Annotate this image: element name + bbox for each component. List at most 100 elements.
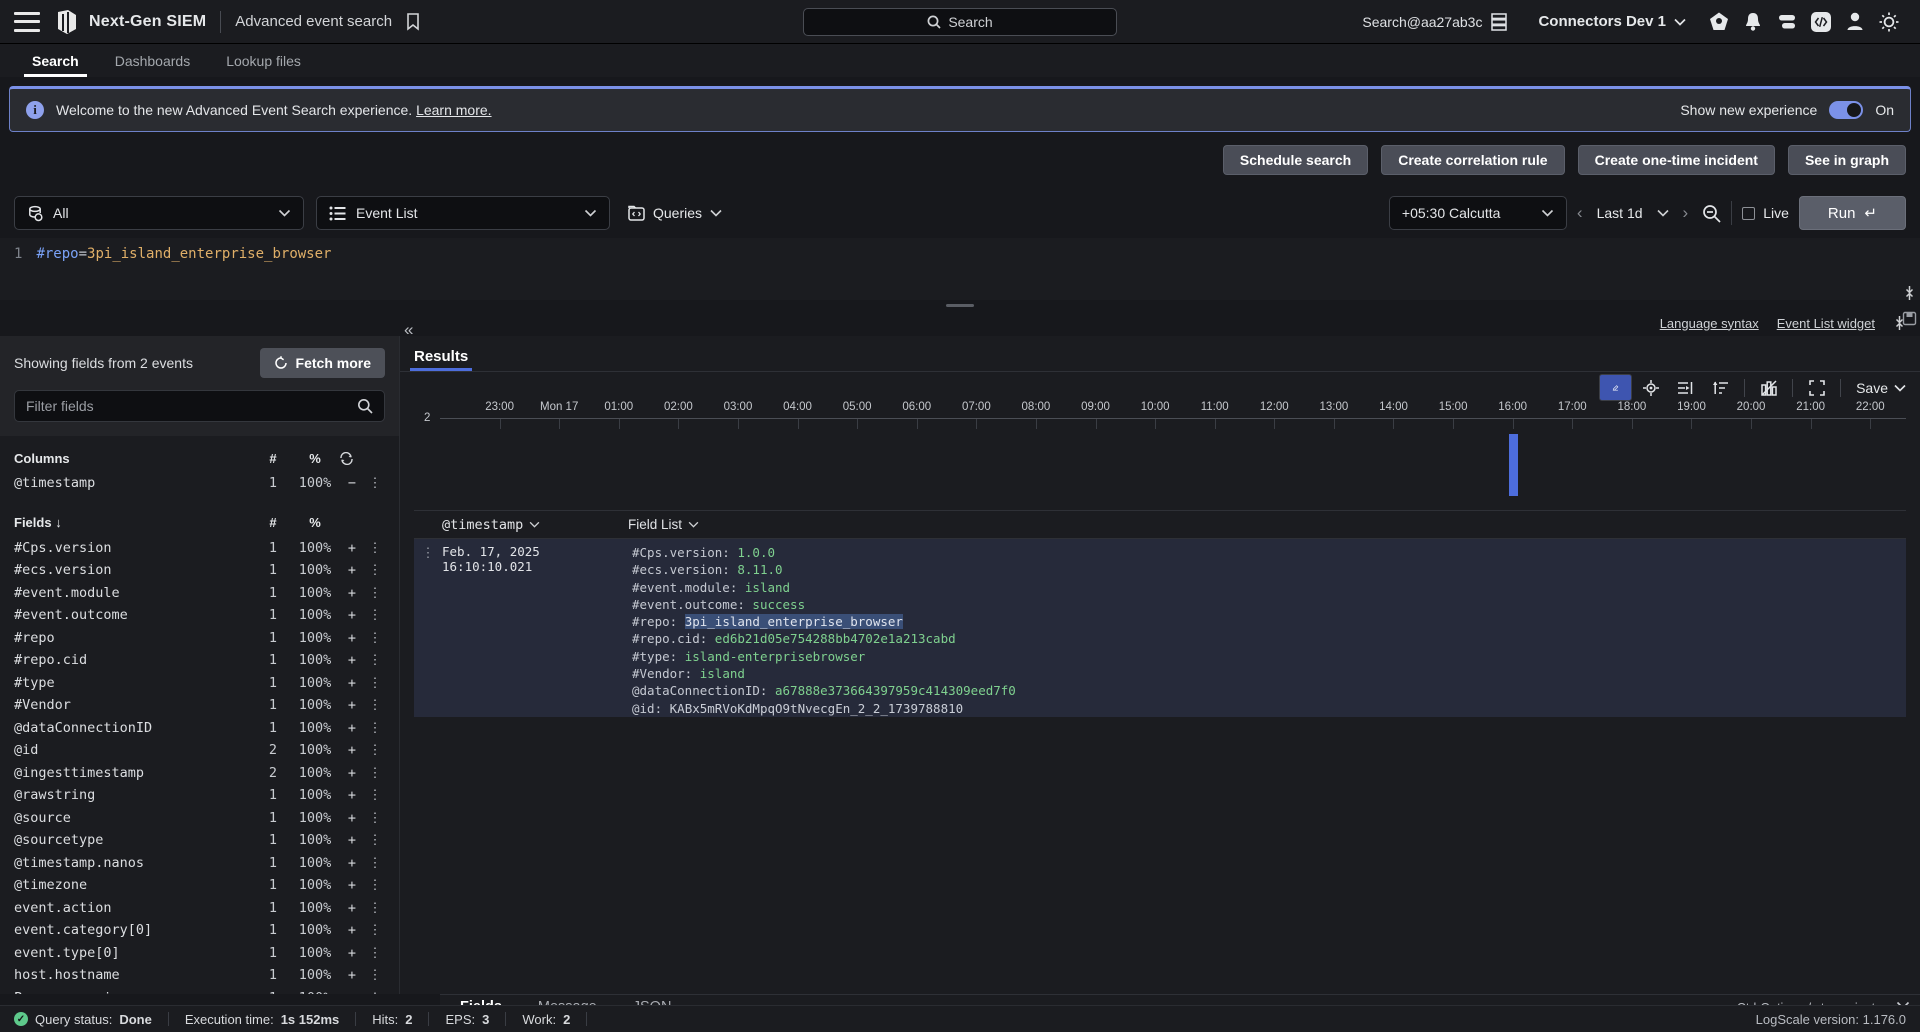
query-line[interactable]: 1 #repo=3pi_island_enterprise_browser (0, 246, 1920, 262)
field-menu-icon[interactable]: ⋮ (365, 607, 385, 623)
menu-icon[interactable] (14, 11, 40, 32)
event-field-value[interactable]: KABx5mRVoKdMpqO9tNvecgEn_2_2_1739788810 (670, 701, 964, 716)
field-row[interactable]: @source 1 100% + ⋮ (10, 807, 389, 830)
field-row[interactable]: @dataConnectionID 1 100% + ⋮ (10, 717, 389, 740)
live-checkbox[interactable] (1742, 206, 1756, 220)
field-menu-icon[interactable]: ⋮ (365, 630, 385, 646)
grid-icon[interactable] (1482, 6, 1516, 38)
field-row[interactable]: #type 1 100% + ⋮ (10, 672, 389, 695)
column-menu-icon[interactable]: ⋮ (365, 475, 385, 491)
add-field-icon[interactable]: + (339, 945, 365, 961)
prev-range-button[interactable]: ‹ (1577, 203, 1583, 223)
event-field-value[interactable]: ed6b21d05e754288bb4702e1a213cabd (715, 631, 956, 646)
field-menu-icon[interactable]: ⋮ (365, 697, 385, 713)
run-button[interactable]: Run ↵ (1798, 196, 1906, 230)
add-field-icon[interactable]: + (339, 652, 365, 668)
user-icon[interactable] (1838, 6, 1872, 38)
schedule-search-button[interactable]: Schedule search (1222, 145, 1369, 175)
reset-columns-icon[interactable] (339, 451, 365, 465)
nav-tab-dashboards[interactable]: Dashboards (97, 44, 209, 77)
field-row[interactable]: #Vendor 1 100% + ⋮ (10, 694, 389, 717)
field-menu-icon[interactable]: ⋮ (365, 945, 385, 961)
field-row[interactable]: #event.outcome 1 100% + ⋮ (10, 604, 389, 627)
field-row[interactable]: event.action 1 100% + ⋮ (10, 897, 389, 920)
queries-button[interactable]: Queries (622, 205, 728, 222)
add-field-icon[interactable]: + (339, 832, 365, 848)
event-field-value[interactable]: island-enterprisebrowser (685, 649, 866, 664)
repository-selector[interactable]: All (14, 196, 304, 230)
field-row[interactable]: #ecs.version 1 100% + ⋮ (10, 559, 389, 582)
field-row[interactable]: @id 2 100% + ⋮ (10, 739, 389, 762)
field-row[interactable]: #event.module 1 100% + ⋮ (10, 582, 389, 605)
add-field-icon[interactable]: + (339, 585, 365, 601)
add-field-icon[interactable]: + (339, 720, 365, 736)
sort-asc-icon[interactable] (1704, 374, 1737, 401)
field-menu-icon[interactable]: ⋮ (365, 900, 385, 916)
event-field-value[interactable]: island (700, 666, 745, 681)
field-row[interactable]: host.hostname 1 100% + ⋮ (10, 964, 389, 987)
brightness-icon[interactable] (1872, 6, 1906, 38)
chart-bar[interactable] (1508, 434, 1518, 496)
bar-chart-icon[interactable] (1752, 374, 1785, 401)
field-row[interactable]: @timestamp.nanos 1 100% + ⋮ (10, 852, 389, 875)
expand-icon[interactable] (1800, 374, 1833, 401)
pencil-icon[interactable] (1599, 374, 1633, 401)
field-menu-icon[interactable]: ⋮ (365, 832, 385, 848)
event-field-value[interactable]: a67888e373664397959c414309eed7f0 (775, 683, 1016, 698)
field-menu-icon[interactable]: ⋮ (365, 675, 385, 691)
learn-more-link[interactable]: Learn more. (416, 102, 491, 118)
field-menu-icon[interactable]: ⋮ (365, 765, 385, 781)
field-row[interactable]: #Cps.version 1 100% + ⋮ (10, 537, 389, 560)
see-in-graph-button[interactable]: See in graph (1787, 145, 1906, 175)
event-field-value[interactable]: island (745, 580, 790, 595)
indent-icon[interactable] (1669, 374, 1702, 401)
nav-tab-search[interactable]: Search (14, 44, 97, 77)
field-menu-icon[interactable]: ⋮ (365, 742, 385, 758)
filter-fields-box[interactable] (14, 390, 385, 422)
field-row[interactable]: Parser.version1100%+⋮ (10, 987, 389, 994)
add-field-icon[interactable]: + (339, 922, 365, 938)
save-panel-icon[interactable] (1902, 311, 1917, 326)
live-toggle[interactable]: Live (1742, 205, 1789, 221)
language-syntax-link[interactable]: Language syntax (1660, 316, 1759, 331)
timestamp-column-header[interactable]: @timestamp (442, 517, 628, 533)
layers-icon[interactable] (1770, 6, 1804, 38)
event-list-widget-link[interactable]: Event List widget (1777, 316, 1875, 331)
field-menu-icon[interactable]: ⋮ (365, 967, 385, 983)
remove-column-icon[interactable]: − (339, 475, 365, 491)
field-menu-icon[interactable]: ⋮ (365, 787, 385, 803)
bookmark-icon[interactable] (406, 12, 420, 31)
add-field-icon[interactable]: + (339, 765, 365, 781)
field-row[interactable]: @ingesttimestamp 2 100% + ⋮ (10, 762, 389, 785)
field-menu-icon[interactable]: ⋮ (365, 652, 385, 668)
save-button[interactable]: Save (1848, 380, 1906, 396)
column-row-timestamp[interactable]: @timestamp 1 100% − ⋮ (10, 472, 389, 495)
fieldlist-column-header[interactable]: Field List (628, 517, 699, 532)
bell-icon[interactable] (1736, 6, 1770, 38)
field-menu-icon[interactable]: ⋮ (365, 990, 385, 994)
add-field-icon[interactable]: + (339, 990, 365, 994)
add-field-icon[interactable]: + (339, 630, 365, 646)
range-value[interactable]: Last 1d (1597, 205, 1643, 221)
expand-panel-icon[interactable] (1903, 285, 1916, 301)
shield-icon[interactable] (1702, 6, 1736, 38)
field-row[interactable]: event.type[0] 1 100% + ⋮ (10, 942, 389, 965)
crosshair-icon[interactable] (1634, 374, 1667, 401)
next-range-button[interactable]: › (1683, 203, 1689, 223)
event-field-value[interactable]: 1.0.0 (737, 545, 775, 560)
field-menu-icon[interactable]: ⋮ (365, 877, 385, 893)
field-menu-icon[interactable]: ⋮ (365, 855, 385, 871)
editor-resize-handle[interactable] (0, 300, 1920, 310)
field-menu-icon[interactable]: ⋮ (365, 720, 385, 736)
field-menu-icon[interactable]: ⋮ (365, 562, 385, 578)
event-field-value[interactable]: 8.11.0 (737, 562, 782, 577)
nav-tab-lookup-files[interactable]: Lookup files (208, 44, 319, 77)
add-field-icon[interactable]: + (339, 900, 365, 916)
events-histogram[interactable]: 2 23:00 Mon 17 01:00 02:00 03:00 04:00 05:00 06… (414, 400, 1906, 496)
add-field-icon[interactable]: + (339, 697, 365, 713)
chevron-down-icon[interactable] (1656, 209, 1669, 217)
event-row[interactable]: ⋮ Feb. 17, 2025 16:10:10.021 #Cps.versio… (414, 539, 1906, 717)
zoom-out-icon[interactable] (1702, 204, 1721, 223)
field-row[interactable]: @sourcetype 1 100% + ⋮ (10, 829, 389, 852)
add-field-icon[interactable]: + (339, 562, 365, 578)
